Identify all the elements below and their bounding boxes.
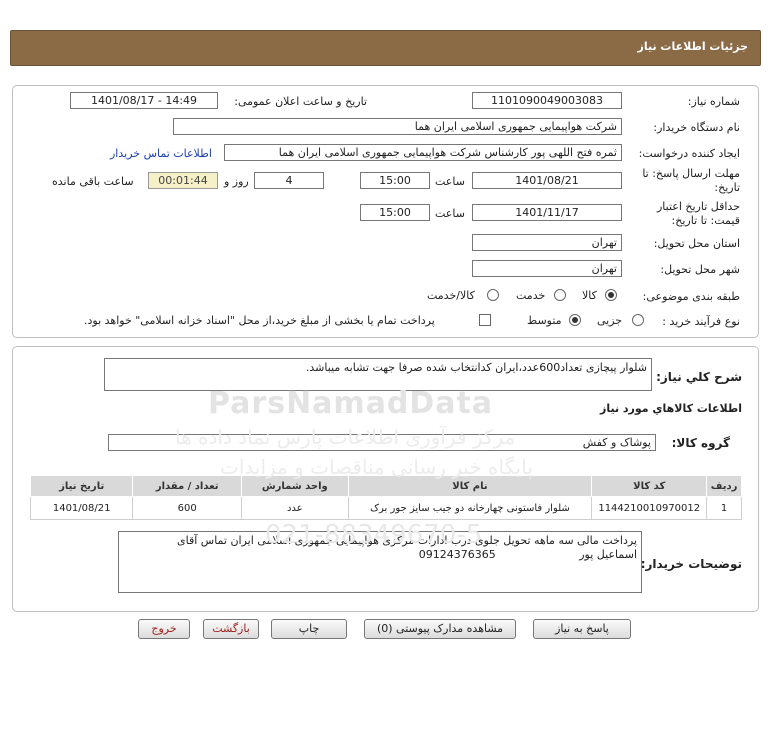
buyer-notes-line2: اسماعیل پور 09124376365 xyxy=(418,548,637,561)
buyer-org-label: نام دستگاه خریدار: xyxy=(653,121,740,134)
reply-time-label: ساعت xyxy=(435,175,465,188)
delivery-city-field: تهران xyxy=(472,260,622,277)
goods-group-label: گروه کالا: xyxy=(671,436,730,450)
purchase-process-label: نوع فرآیند خرید : xyxy=(662,315,740,328)
page-title: جزئیات اطلاعات نیاز xyxy=(637,40,749,53)
process-option-medium: متوسط xyxy=(527,314,562,327)
announce-label: تاریخ و ساعت اعلان عمومی: xyxy=(234,95,367,108)
time-remaining-label: ساعت باقی مانده xyxy=(52,175,134,188)
treasury-checkbox[interactable] xyxy=(479,314,491,326)
watermark-brand: ParsNamadData xyxy=(208,386,494,421)
process-radio-minor[interactable] xyxy=(632,314,644,326)
requester-field: ثمره فتح اللهی پور کارشناس شرکت هواپیمای… xyxy=(224,144,622,161)
process-option-minor: جزیی xyxy=(597,314,623,327)
cell-row: 1 xyxy=(706,496,742,520)
delivery-city-label: شهر محل تحویل: xyxy=(660,263,740,276)
price-validity-label: حداقل تاریخ اعتبار قیمت: تا تاریخ: xyxy=(656,200,740,227)
treasury-note: پرداخت تمام یا بخشی از مبلغ خرید،از محل … xyxy=(84,314,435,327)
reply-button[interactable]: پاسخ به نیاز xyxy=(533,619,631,639)
delivery-province-label: استان محل تحویل: xyxy=(653,237,740,250)
table-row: 1401/08/21 600 عدد شلوار فاستونی چهارخان… xyxy=(29,496,742,520)
watermark-line2: پایگاه خبر رسانی مناقصات و مزایدات xyxy=(220,455,533,479)
goods-table: تاریخ نیاز تعداد / مقدار واحد شمارش نام … xyxy=(29,475,742,520)
price-validity-date: 1401/11/17 xyxy=(472,204,622,221)
category-option-service: خدمت xyxy=(516,289,546,302)
category-option-goods: کالا xyxy=(582,289,597,302)
back-button[interactable]: بازگشت xyxy=(203,619,259,639)
process-radio-medium[interactable] xyxy=(569,314,581,326)
reply-deadline-date: 1401/08/21 xyxy=(472,172,622,189)
cell-quantity: 600 xyxy=(132,496,243,520)
reply-deadline-time: 15:00 xyxy=(360,172,430,189)
reply-deadline-label: مهلت ارسال پاسخ: تا تاریخ: xyxy=(642,167,740,194)
category-radio-goods-service[interactable] xyxy=(487,289,499,301)
buyer-contact-link[interactable]: اطلاعات تماس خریدار xyxy=(110,147,212,160)
delivery-province-field: تهران xyxy=(472,234,622,251)
col-date: تاریخ نیاز xyxy=(29,475,134,497)
description-label: شرح کلي نياز: xyxy=(656,370,742,384)
watermark-line1: مرکز فرآوری اطلاعات پارس نماد داده ها xyxy=(175,425,516,449)
cell-name: شلوار فاستونی چهارخانه دو جیب سایز جور ب… xyxy=(347,496,593,520)
buyer-org-field: شرکت هواپیمایی جمهوری اسلامی ایران هما xyxy=(173,118,622,135)
price-validity-time-label: ساعت xyxy=(435,207,465,220)
announce-field: 1401/08/17 - 14:49 xyxy=(70,92,218,109)
cell-date: 1401/08/21 xyxy=(29,496,134,520)
cell-code: 1144210010970012 xyxy=(591,496,708,520)
need-number-field: 1101090049003083 xyxy=(472,92,622,109)
category-option-goods-service: کالا/خدمت xyxy=(427,289,475,302)
days-remaining-field: 4 xyxy=(254,172,324,189)
price-validity-time: 15:00 xyxy=(360,204,430,221)
days-label: روز و xyxy=(224,175,249,188)
exit-button[interactable]: خروج xyxy=(138,619,190,639)
col-row: ردیف xyxy=(706,475,742,497)
category-label: طبقه بندی موضوعی: xyxy=(642,290,740,303)
cell-unit: عدد xyxy=(241,496,349,520)
time-remaining-field: 00:01:44 xyxy=(148,172,218,189)
goods-section-title: اطلاعات کالاهاي مورد نياز xyxy=(600,402,742,415)
print-button[interactable]: چاپ xyxy=(271,619,347,639)
buyer-notes-label: توضیحات خریدار: xyxy=(640,557,742,571)
category-radio-service[interactable] xyxy=(554,289,566,301)
watermark-phone: 021-88349670-5 xyxy=(265,520,483,550)
header-bar: جزئیات اطلاعات نیاز xyxy=(10,30,761,66)
need-number-label: شماره نیاز: xyxy=(687,95,740,108)
category-radio-goods[interactable] xyxy=(605,289,617,301)
view-attachments-button[interactable]: مشاهده مدارک پیوستی (0) xyxy=(364,619,516,639)
requester-label: ایجاد کننده درخواست: xyxy=(638,147,740,160)
col-code: کد کالا xyxy=(591,475,708,497)
